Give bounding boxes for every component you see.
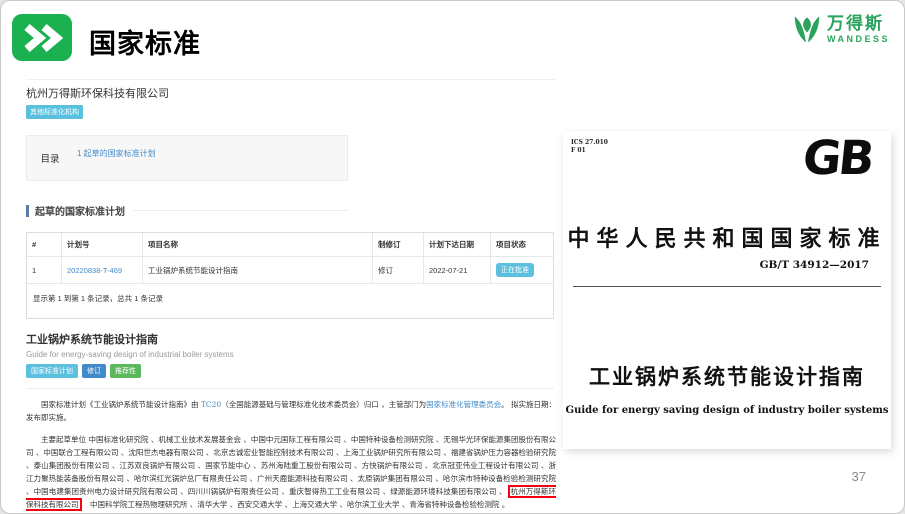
toc-label: 目录 <box>27 136 73 180</box>
table-header-row: # 计划号 项目名称 制修订 计划下达日期 项目状态 <box>27 233 553 257</box>
cover-title-cn: 工业锅炉系统节能设计指南 <box>563 361 891 391</box>
tag-recommended: 推荐性 <box>110 364 141 378</box>
cell-index: 1 <box>27 257 62 284</box>
status-badge: 正在批准 <box>496 263 534 277</box>
company-name: 杭州万得斯环保科技有限公司 <box>26 85 556 101</box>
col-revision: 制修订 <box>373 233 424 257</box>
plans-table: # 计划号 项目名称 制修订 计划下达日期 项目状态 1 20220838-T-… <box>26 232 554 319</box>
toc-link[interactable]: 1 起草的国家标准计划 <box>77 149 156 158</box>
section-heading-text: 起草的国家标准计划 <box>35 203 125 218</box>
page-number: 37 <box>852 469 866 484</box>
gb-logo: GB <box>800 131 874 186</box>
col-project-name: 项目名称 <box>143 233 373 257</box>
table-record-count: 显示第 1 到第 1 条记录，总共 1 条记录 <box>27 284 553 318</box>
tag-national-plan: 国家标准计划 <box>26 364 78 378</box>
brand-logo: 万得斯 WANDESS <box>792 13 890 46</box>
cell-project-name: 工业锅炉系统节能设计指南 <box>143 257 373 284</box>
tag-revision: 修订 <box>82 364 106 378</box>
tc20-link[interactable]: TC20 <box>201 400 221 409</box>
sac-link[interactable]: 国家标准化管理委员会 <box>426 400 501 409</box>
slide: 国家标准 万得斯 WANDESS 杭州万得斯环保科技有限公司 其他标准化机构 目… <box>0 0 905 514</box>
company-type-badge: 其他标准化机构 <box>26 105 83 119</box>
page-title: 国家标准 <box>89 22 201 61</box>
paragraph-drafting-units: 主要起草单位 中国标准化研究院 、机械工业技术发展基金会 、中国中元国际工程有限… <box>26 433 556 511</box>
cell-revision: 修订 <box>373 257 424 284</box>
plan-number-link[interactable]: 20220838-T-469 <box>67 266 122 275</box>
wandess-leaf-icon <box>792 13 822 46</box>
brand-name-en: WANDESS <box>827 35 890 44</box>
cover-title-en: Guide for energy saving design of indust… <box>563 405 891 416</box>
col-plan-no: 计划号 <box>62 233 143 257</box>
col-index: # <box>27 233 62 257</box>
gb-standard-cover: ICS 27.010 F 01 GB 中华人民共和国国家标准 GB/T 3491… <box>563 131 891 449</box>
standard-title-cn: 工业锅炉系统节能设计指南 <box>26 331 556 347</box>
col-status: 项目状态 <box>491 233 554 257</box>
cover-header: 中华人民共和国国家标准 <box>563 221 891 253</box>
paragraph-overview: 国家标准计划《工业锅炉系统节能设计指南》由 TC20（全国能源基础与管理标准化技… <box>26 398 556 424</box>
standard-detail: 工业锅炉系统节能设计指南 Guide for energy-saving des… <box>26 331 556 378</box>
table-row: 1 20220838-T-469 工业锅炉系统节能设计指南 修订 2022-07… <box>27 257 553 284</box>
col-issue-date: 计划下达日期 <box>424 233 491 257</box>
cover-rule <box>573 286 881 287</box>
standard-title-en: Guide for energy-saving design of indust… <box>26 350 556 359</box>
brand-name-cn: 万得斯 <box>827 15 890 32</box>
double-chevron-icon <box>12 14 72 61</box>
ics-code: ICS 27.010 F 01 <box>571 139 608 155</box>
divider <box>26 388 554 389</box>
standard-code: GB/T 34912—2017 <box>760 259 869 271</box>
cell-issue-date: 2022-07-21 <box>424 257 491 284</box>
section-heading: 起草的国家标准计划 <box>26 203 348 218</box>
webpage-screenshot: 杭州万得斯环保科技有限公司 其他标准化机构 目录 1 起草的国家标准计划 起草的… <box>26 79 556 514</box>
toc-box: 目录 1 起草的国家标准计划 <box>26 135 348 181</box>
